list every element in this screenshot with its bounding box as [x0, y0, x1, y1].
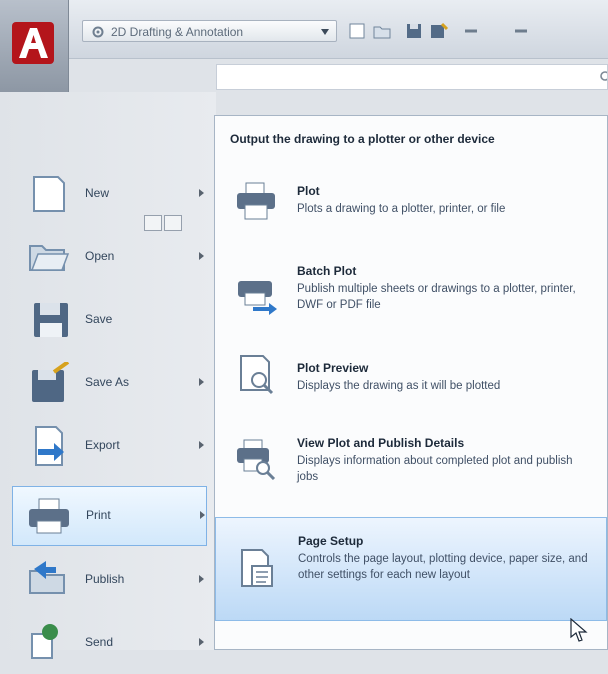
- menu-item-save-as[interactable]: Save As: [12, 354, 207, 414]
- flyout-item-title: Batch Plot: [297, 264, 357, 278]
- export-icon: [35, 426, 64, 466]
- menu-item-export[interactable]: Export: [12, 417, 207, 477]
- workspace-switcher[interactable]: 2D Drafting & Annotation: [82, 20, 337, 42]
- chevron-right-icon: [199, 189, 204, 197]
- chevron-right-icon: [199, 441, 204, 449]
- menu-item-publish[interactable]: Publish: [12, 551, 207, 611]
- menu-item-print[interactable]: Print: [12, 486, 207, 546]
- flyout-item-plot-preview[interactable]: Plot Preview Displays the drawing as it …: [215, 344, 607, 424]
- new-icon[interactable]: [346, 20, 368, 42]
- send-icon: [31, 624, 58, 659]
- menu-item-save[interactable]: Save: [12, 291, 207, 351]
- flyout-item-title: Page Setup: [298, 534, 364, 548]
- redo-icon[interactable]: [510, 20, 532, 42]
- flyout-item-title: View Plot and Publish Details: [297, 436, 465, 450]
- application-menu-button[interactable]: [0, 0, 69, 92]
- chevron-right-icon: [199, 575, 204, 583]
- chevron-right-icon: [199, 252, 204, 260]
- flyout-title: Output the drawing to a plotter or other…: [230, 132, 495, 146]
- save-as-icon[interactable]: [428, 20, 450, 42]
- save-icon[interactable]: [403, 20, 425, 42]
- menu-item-label: New: [85, 186, 110, 200]
- floppy-disk-icon: [34, 303, 68, 337]
- chevron-right-icon: [200, 511, 205, 519]
- menu-item-send[interactable]: Send: [12, 614, 207, 674]
- flyout-item-description: Controls the page layout, plotting devic…: [298, 553, 588, 581]
- publish-icon: [29, 561, 65, 594]
- plot-details-icon: [237, 439, 276, 480]
- menu-item-label: Open: [85, 249, 115, 263]
- flyout-item-description: Plots a drawing to a plotter, printer, o…: [297, 203, 506, 215]
- print-flyout-menu: Output the drawing to a plotter or other…: [214, 115, 608, 650]
- menu-item-label: Print: [86, 508, 111, 522]
- undo-icon[interactable]: [460, 20, 482, 42]
- chevron-right-icon: [199, 378, 204, 386]
- search-icon: [600, 71, 607, 81]
- autocad-logo-icon: [12, 22, 54, 64]
- flyout-item-description: Displays information about completed plo…: [297, 455, 573, 483]
- menu-item-open[interactable]: Open: [12, 228, 207, 288]
- gear-icon: [92, 26, 104, 38]
- workspace-label: 2D Drafting & Annotation: [111, 25, 244, 39]
- plot-preview-icon: [240, 355, 274, 395]
- menu-item-label: Save As: [85, 375, 130, 389]
- printer-icon: [29, 498, 69, 534]
- save-as-icon: [32, 362, 70, 402]
- flyout-item-description: Displays the drawing as it will be plott…: [297, 380, 501, 392]
- menu-item-label: Export: [85, 438, 120, 452]
- menu-item-label: Send: [85, 635, 114, 649]
- menu-item-label: Publish: [85, 572, 125, 586]
- page-setup-icon: [241, 549, 273, 587]
- menu-item-new[interactable]: New: [12, 165, 207, 225]
- menu-item-label: Save: [85, 312, 113, 326]
- open-icon[interactable]: [371, 20, 393, 42]
- mouse-cursor-icon: [570, 618, 588, 642]
- flyout-item-batch-plot[interactable]: Batch Plot Publish multiple sheets or dr…: [215, 257, 607, 337]
- new-document-icon: [33, 176, 65, 212]
- plot-printer-icon: [237, 182, 275, 220]
- chevron-down-icon: [321, 29, 329, 35]
- flyout-item-title: Plot: [297, 184, 320, 198]
- batch-plot-icon: [238, 281, 277, 315]
- flyout-item-description: Publish multiple sheets or drawings to a…: [297, 283, 576, 311]
- search-input[interactable]: [216, 64, 608, 90]
- open-folder-icon: [29, 245, 70, 271]
- flyout-item-plot[interactable]: Plot Plots a drawing to a plotter, print…: [215, 167, 607, 247]
- chevron-right-icon: [199, 638, 204, 646]
- flyout-item-title: Plot Preview: [297, 361, 369, 375]
- title-bar: 2D Drafting & Annotation: [0, 0, 608, 59]
- flyout-item-page-setup[interactable]: Page Setup Controls the page layout, plo…: [215, 517, 607, 621]
- flyout-item-view-plot-publish-details[interactable]: View Plot and Publish Details Displays i…: [215, 422, 607, 502]
